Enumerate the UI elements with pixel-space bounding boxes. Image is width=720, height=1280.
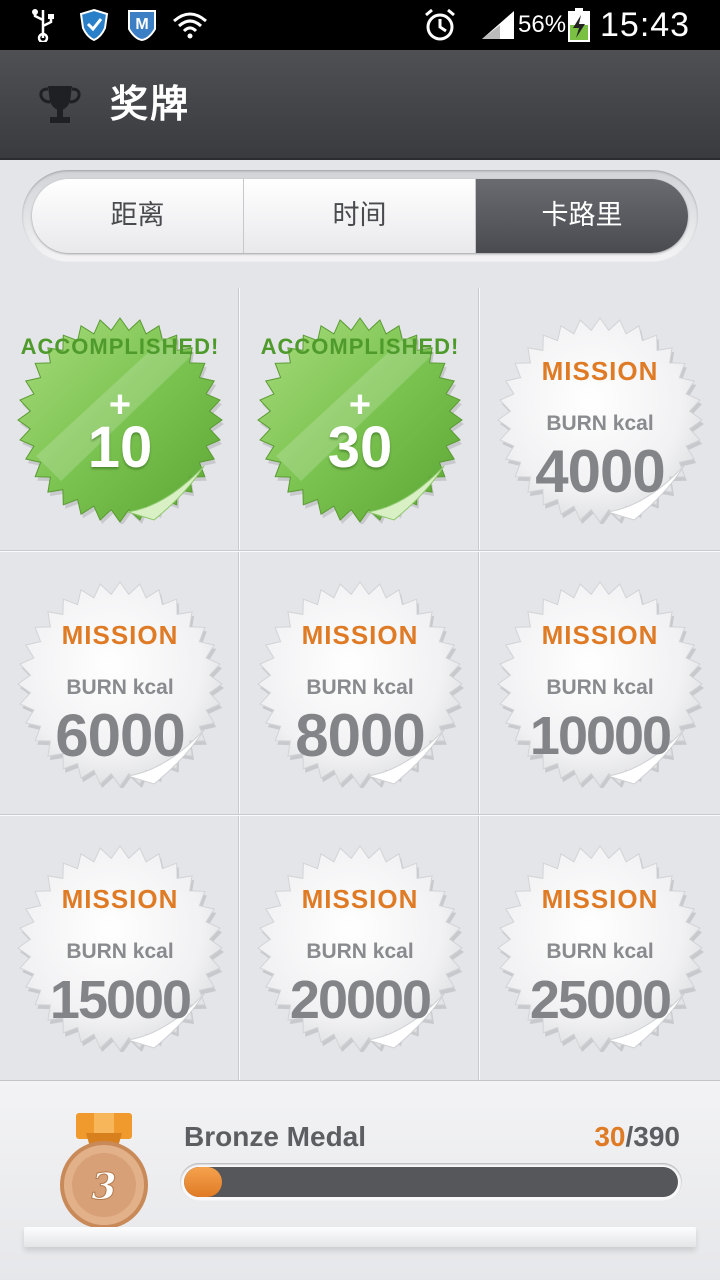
badge-cell[interactable]: ACCOMPLISHED! + 30 (240, 288, 480, 552)
medal-progress-fill (184, 1167, 223, 1197)
status-bar: M 56% 15:43 (0, 0, 720, 50)
score-total: 390 (633, 1121, 680, 1152)
mission-target: 25000 (529, 970, 672, 1030)
badge-cell[interactable]: MISSION BURN kcal 25000 (480, 816, 720, 1080)
mission-target: 4000 (535, 438, 665, 505)
mission-banner: MISSION (61, 884, 179, 914)
category-tabs: 距离 时间 卡路里 (22, 170, 698, 262)
page-title: 奖牌 (110, 82, 191, 126)
mission-banner: MISSION (301, 884, 419, 914)
mission-badge: MISSION BURN kcal 4000 (496, 316, 704, 524)
mission-target: 10000 (529, 706, 672, 766)
medal-progress-panel: 3 Bronze Medal 30/390 (0, 1080, 720, 1280)
mission-label: BURN kcal (546, 940, 654, 963)
badge-cell[interactable]: MISSION BURN kcal 6000 (0, 552, 240, 816)
wifi-question-icon (170, 0, 210, 50)
badge-cell[interactable]: MISSION BURN kcal 4000 (480, 288, 720, 552)
badge-cell[interactable]: MISSION BURN kcal 8000 (240, 552, 480, 816)
badge-cell[interactable]: MISSION BURN kcal 15000 (0, 816, 240, 1080)
mission-label: BURN kcal (66, 676, 174, 699)
mission-banner: MISSION (301, 620, 419, 650)
badge-cell[interactable]: ACCOMPLISHED! + 10 (0, 288, 240, 552)
mission-label: BURN kcal (546, 412, 654, 435)
m-app-icon: M (124, 0, 160, 50)
mission-badge: MISSION BURN kcal 15000 (16, 844, 224, 1052)
shield-icon (76, 0, 112, 50)
medal-score: 30/390 (594, 1121, 680, 1153)
badge-cell[interactable]: MISSION BURN kcal 20000 (240, 816, 480, 1080)
mission-banner: MISSION (61, 620, 179, 650)
mission-label: BURN kcal (306, 676, 414, 699)
tab-calories[interactable]: 卡路里 (476, 179, 688, 253)
accomplished-badge: ACCOMPLISHED! + 30 (256, 316, 464, 524)
medal-name: Bronze Medal (184, 1121, 367, 1152)
battery-charging-icon (566, 0, 592, 50)
battery-percent: 56% (518, 11, 567, 38)
mission-banner: MISSION (541, 884, 659, 914)
mission-label: BURN kcal (546, 676, 654, 699)
accomplished-banner: ACCOMPLISHED! (260, 334, 460, 359)
medal-progress-bar (180, 1163, 682, 1201)
mission-target: 6000 (55, 702, 185, 769)
mission-label: BURN kcal (306, 940, 414, 963)
badge-points: 30 (327, 415, 393, 480)
mission-banner: MISSION (541, 356, 659, 386)
badge-grid: ACCOMPLISHED! + 10 ACCOMPLISHED! + 30 MI… (0, 288, 720, 1080)
mission-target: 20000 (289, 970, 432, 1030)
mission-badge: MISSION BURN kcal 6000 (16, 580, 224, 788)
tab-time[interactable]: 时间 (244, 179, 476, 253)
mission-badge: MISSION BURN kcal 8000 (256, 580, 464, 788)
mission-label: BURN kcal (66, 940, 174, 963)
bronze-medal-icon: 3 (56, 1113, 152, 1231)
signal-icon (478, 0, 518, 50)
usb-icon (26, 0, 60, 50)
trophy-icon (36, 80, 84, 128)
svg-text:M: M (135, 16, 148, 33)
mission-badge: MISSION BURN kcal 20000 (256, 844, 464, 1052)
badge-cell[interactable]: MISSION BURN kcal 10000 (480, 552, 720, 816)
clock: 15:43 (600, 6, 691, 44)
badge-points: 10 (87, 415, 153, 480)
accomplished-banner: ACCOMPLISHED! (20, 334, 220, 359)
mission-target: 8000 (295, 702, 425, 769)
mission-badge: MISSION BURN kcal 25000 (496, 844, 704, 1052)
app-header: 奖牌 (0, 50, 720, 160)
medal-rank: 3 (91, 1166, 116, 1208)
mission-target: 15000 (49, 970, 192, 1030)
alarm-icon (420, 0, 460, 50)
shelf-divider (24, 1227, 696, 1247)
score-current: 30 (594, 1121, 626, 1152)
tab-distance[interactable]: 距离 (32, 179, 244, 253)
accomplished-badge: ACCOMPLISHED! + 10 (16, 316, 224, 524)
mission-banner: MISSION (541, 620, 659, 650)
mission-badge: MISSION BURN kcal 10000 (496, 580, 704, 788)
